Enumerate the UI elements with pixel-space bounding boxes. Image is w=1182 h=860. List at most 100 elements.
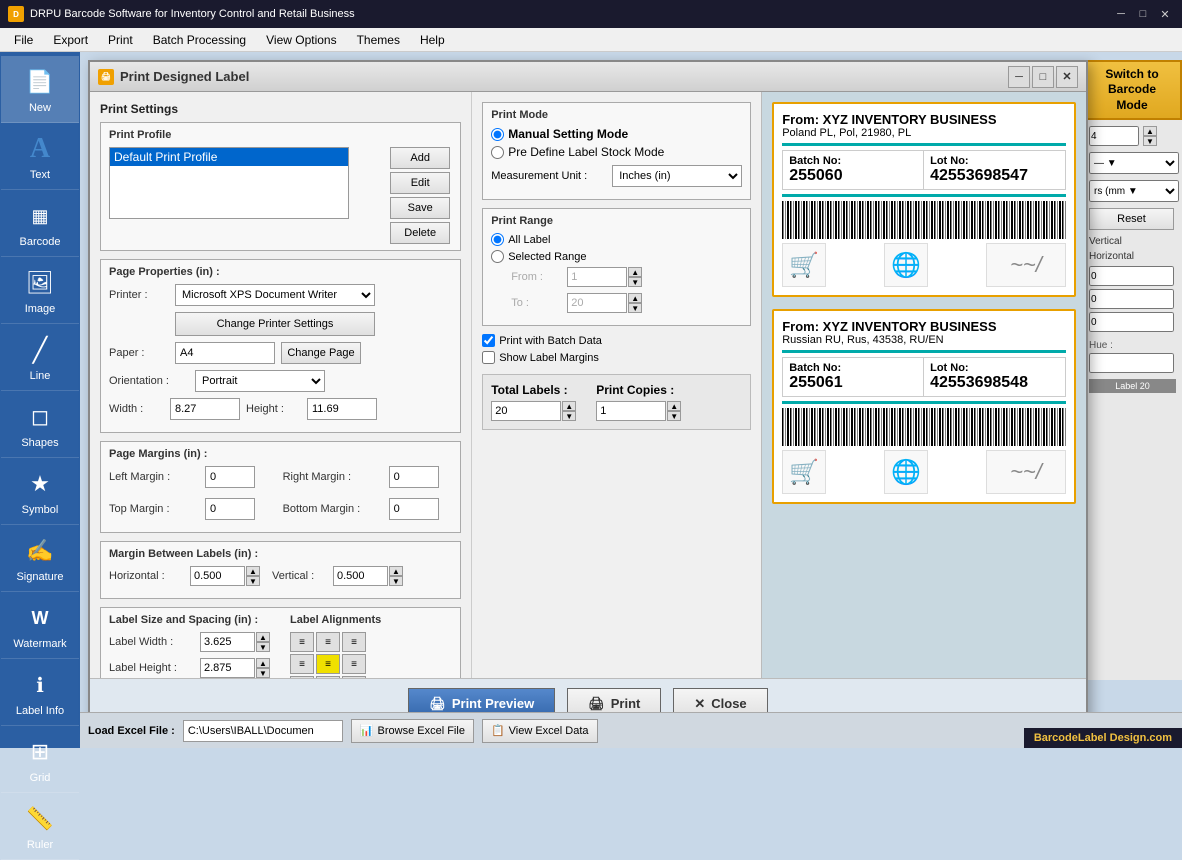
- height-input[interactable]: [307, 398, 377, 420]
- view-excel-icon: 📋: [491, 724, 505, 737]
- to-input[interactable]: [567, 293, 627, 313]
- menu-help[interactable]: Help: [410, 28, 455, 52]
- label-count-down[interactable]: ▼: [1143, 136, 1157, 146]
- sidebar-item-label-info[interactable]: ℹ Label Info: [1, 659, 79, 726]
- menu-themes[interactable]: Themes: [347, 28, 410, 52]
- menu-file[interactable]: File: [4, 28, 43, 52]
- label-height-down[interactable]: ▼: [256, 668, 270, 678]
- browse-excel-btn[interactable]: 📊 Browse Excel File: [351, 719, 474, 743]
- total-down[interactable]: ▼: [562, 411, 576, 421]
- selected-range-radio[interactable]: [491, 250, 504, 263]
- label-height-up[interactable]: ▲: [256, 658, 270, 668]
- align-top-left[interactable]: ≡: [290, 632, 314, 652]
- file-path: C:\Users\IBALL\Documen: [183, 720, 343, 742]
- change-page-btn[interactable]: Change Page: [281, 342, 361, 364]
- horizontal-up[interactable]: ▲: [246, 566, 260, 576]
- orientation-select[interactable]: Portrait: [195, 370, 325, 392]
- print-batch-checkbox[interactable]: [482, 334, 495, 347]
- profile-list-item-default[interactable]: Default Print Profile: [110, 148, 348, 166]
- right-margin-input[interactable]: [389, 466, 439, 488]
- total-labels-input[interactable]: [491, 401, 561, 421]
- align-mid-right[interactable]: ≡: [342, 654, 366, 674]
- paper-input[interactable]: [175, 342, 275, 364]
- total-up[interactable]: ▲: [562, 401, 576, 411]
- manual-mode-radio[interactable]: [491, 128, 504, 141]
- vertical-up[interactable]: ▲: [389, 566, 403, 576]
- sidebar-item-signature[interactable]: ✍ Signature: [1, 525, 79, 592]
- dialog-close-btn[interactable]: ✕: [1056, 66, 1078, 88]
- label-select[interactable]: — ▼: [1089, 152, 1179, 174]
- copies-down[interactable]: ▼: [667, 411, 681, 421]
- sidebar-item-line[interactable]: ╱ Line: [1, 324, 79, 391]
- measurement-row: Measurement Unit : Inches (in): [491, 165, 742, 187]
- horizontal-input[interactable]: [190, 566, 245, 586]
- switch-barcode-mode-btn[interactable]: Switch to Barcode Mode: [1082, 60, 1182, 120]
- label-width-input[interactable]: [200, 632, 255, 652]
- minimize-btn[interactable]: ─: [1112, 5, 1130, 23]
- top-margin-input[interactable]: [205, 498, 255, 520]
- label-width-down[interactable]: ▼: [256, 642, 270, 652]
- sidebar-item-ruler[interactable]: 📏 Ruler: [1, 793, 79, 860]
- show-margins-checkbox[interactable]: [482, 351, 495, 364]
- from-down[interactable]: ▼: [628, 277, 642, 287]
- horizontal-down[interactable]: ▼: [246, 576, 260, 586]
- width-input[interactable]: [170, 398, 240, 420]
- menu-print[interactable]: Print: [98, 28, 143, 52]
- field3-input[interactable]: [1089, 312, 1174, 332]
- sidebar-item-shapes[interactable]: ◻ Shapes: [1, 391, 79, 458]
- sidebar-item-barcode[interactable]: ▦ Barcode: [1, 190, 79, 257]
- sidebar-item-symbol[interactable]: ★ Symbol: [1, 458, 79, 525]
- align-top-right[interactable]: ≡: [342, 632, 366, 652]
- to-down[interactable]: ▼: [628, 303, 642, 313]
- save-profile-btn[interactable]: Save: [390, 197, 450, 219]
- dialog-minimize-btn[interactable]: ─: [1008, 66, 1030, 88]
- close-app-btn[interactable]: ✕: [1156, 5, 1174, 23]
- measurement-select[interactable]: Inches (in): [612, 165, 742, 187]
- from-input[interactable]: [567, 267, 627, 287]
- vertical-input[interactable]: [333, 566, 388, 586]
- sidebar-item-grid-label: Grid: [30, 772, 51, 784]
- vertical-down[interactable]: ▼: [389, 576, 403, 586]
- bottom-margin-input[interactable]: [389, 498, 439, 520]
- menu-view-options[interactable]: View Options: [256, 28, 346, 52]
- align-bot-right[interactable]: ≡: [342, 676, 366, 678]
- menu-export[interactable]: Export: [43, 28, 98, 52]
- all-label-radio[interactable]: [491, 233, 504, 246]
- maximize-btn[interactable]: □: [1134, 5, 1152, 23]
- to-up[interactable]: ▲: [628, 293, 642, 303]
- field2-input[interactable]: [1089, 289, 1174, 309]
- label-height-input[interactable]: [200, 658, 255, 678]
- copies-up[interactable]: ▲: [667, 401, 681, 411]
- field1-input[interactable]: [1089, 266, 1174, 286]
- from-up[interactable]: ▲: [628, 267, 642, 277]
- change-printer-btn[interactable]: Change Printer Settings: [175, 312, 375, 336]
- sidebar-item-text[interactable]: A Text: [1, 123, 79, 190]
- print-copies-input[interactable]: [596, 401, 666, 421]
- type-select[interactable]: rs (mm ▼: [1089, 180, 1179, 202]
- align-mid-left[interactable]: ≡: [290, 654, 314, 674]
- align-bot-center[interactable]: ≡: [316, 676, 340, 678]
- sidebar-item-image[interactable]: 🖼 Image: [1, 257, 79, 324]
- label-count-up[interactable]: ▲: [1143, 126, 1157, 136]
- reset-btn[interactable]: Reset: [1089, 208, 1174, 230]
- edit-profile-btn[interactable]: Edit: [390, 172, 450, 194]
- hue-input[interactable]: [1089, 353, 1174, 373]
- predefine-mode-radio[interactable]: [491, 146, 504, 159]
- menu-batch-processing[interactable]: Batch Processing: [143, 28, 256, 52]
- label-width-up[interactable]: ▲: [256, 632, 270, 642]
- label-count-input[interactable]: [1089, 126, 1139, 146]
- add-profile-btn[interactable]: Add: [390, 147, 450, 169]
- sidebar-item-watermark[interactable]: W Watermark: [1, 592, 79, 659]
- align-bot-left[interactable]: ≡: [290, 676, 314, 678]
- align-mid-center[interactable]: ≡: [316, 654, 340, 674]
- horizontal-spinner: ▲ ▼: [190, 566, 260, 586]
- profile-list[interactable]: Default Print Profile: [109, 147, 349, 219]
- view-excel-btn[interactable]: 📋 View Excel Data: [482, 719, 598, 743]
- left-margin-input[interactable]: [205, 466, 255, 488]
- sidebar-item-grid[interactable]: ⊞ Grid: [1, 726, 79, 793]
- sidebar-item-new[interactable]: 📄 New: [1, 56, 79, 123]
- printer-select[interactable]: Microsoft XPS Document Writer: [175, 284, 375, 306]
- dialog-maximize-btn[interactable]: □: [1032, 66, 1054, 88]
- align-top-center[interactable]: ≡: [316, 632, 340, 652]
- delete-profile-btn[interactable]: Delete: [390, 222, 450, 244]
